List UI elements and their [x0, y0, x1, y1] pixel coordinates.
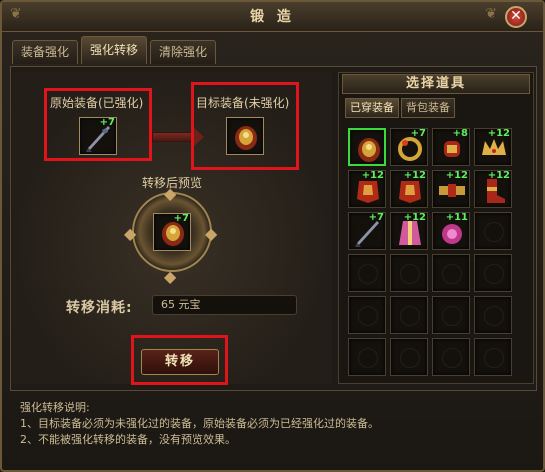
- empty-item-cell[interactable]: [390, 254, 428, 292]
- description-line: 1、目标装备必须为未强化过的装备，原始装备必须为已经强化过的装备。: [20, 417, 379, 430]
- forge-window: 锻 造 ❦ ❦ ✕ 装备强化 强化转移 清除强化 原始装备(已强化) +7 目标…: [0, 0, 545, 472]
- item-cell[interactable]: +12: [474, 128, 512, 166]
- close-button[interactable]: ✕: [505, 6, 527, 28]
- empty-item-cell[interactable]: [432, 296, 470, 334]
- preview-plus: +7: [173, 213, 189, 224]
- description: 强化转移说明: 1、目标装备必须为未强化过的装备，原始装备必须为已经强化过的装备…: [10, 394, 537, 466]
- item-grid: +7 +8 +12 +12 +12 +12 +12 +7 +12 +11: [348, 128, 512, 376]
- empty-item-cell[interactable]: [432, 338, 470, 376]
- ornament-top-icon: ◆: [164, 184, 177, 203]
- empty-item-cell[interactable]: [390, 338, 428, 376]
- item-cell[interactable]: +7: [348, 212, 386, 250]
- item-cell[interactable]: +12: [390, 170, 428, 208]
- item-panel-title: 选择道具: [342, 74, 530, 94]
- item-tab-bar: 已穿装备 背包装备: [345, 98, 455, 118]
- item-plus-level: +12: [403, 170, 426, 181]
- description-line: 2、不能被强化转移的装备，没有预览效果。: [20, 433, 236, 446]
- ornament-left-icon: ◆: [124, 224, 137, 243]
- empty-item-cell[interactable]: [348, 338, 386, 376]
- tab-transfer[interactable]: 强化转移: [81, 36, 148, 64]
- item-plus-level: +12: [487, 170, 510, 181]
- transfer-highlight: [131, 335, 228, 385]
- item-plus-level: +12: [361, 170, 384, 181]
- item-plus-level: +7: [368, 212, 384, 223]
- item-plus-level: +7: [410, 128, 426, 139]
- source-highlight: [44, 88, 152, 161]
- cost-label: 转移消耗:: [66, 300, 133, 316]
- item-cell[interactable]: [348, 128, 386, 166]
- item-plus-level: +12: [445, 170, 468, 181]
- corner-ornament-icon: ❦: [485, 6, 497, 22]
- tab-clear[interactable]: 清除强化: [150, 40, 217, 64]
- empty-item-cell[interactable]: [348, 254, 386, 292]
- item-plus-level: +12: [487, 128, 510, 139]
- description-title: 强化转移说明:: [20, 401, 90, 414]
- item-cell[interactable]: +12: [432, 170, 470, 208]
- item-plus-level: +11: [445, 212, 468, 223]
- empty-item-cell[interactable]: [432, 254, 470, 292]
- tab-equipped[interactable]: 已穿装备: [345, 98, 399, 118]
- window-title: 锻 造: [2, 2, 543, 32]
- empty-item-cell[interactable]: [474, 254, 512, 292]
- item-cell[interactable]: +12: [390, 212, 428, 250]
- empty-item-cell[interactable]: [474, 296, 512, 334]
- item-plus-level: +8: [452, 128, 468, 139]
- tab-bar: 装备强化 强化转移 清除强化: [12, 36, 217, 66]
- corner-ornament-icon: ❦: [10, 6, 22, 22]
- tab-backpack[interactable]: 背包装备: [401, 98, 455, 118]
- item-plus-level: +12: [403, 212, 426, 223]
- tab-enhance[interactable]: 装备强化: [12, 40, 79, 64]
- item-cell[interactable]: +11: [432, 212, 470, 250]
- ornament-right-icon: ◆: [205, 224, 218, 243]
- item-cell[interactable]: +12: [474, 170, 512, 208]
- empty-item-cell[interactable]: [348, 296, 386, 334]
- empty-item-cell[interactable]: [474, 212, 512, 250]
- preview-slot: +7: [153, 213, 191, 251]
- empty-item-cell[interactable]: [474, 338, 512, 376]
- dragon-armor-icon: [358, 138, 380, 162]
- ornament-bottom-icon: ◆: [164, 267, 177, 286]
- item-cell[interactable]: +8: [432, 128, 470, 166]
- item-cell[interactable]: +12: [348, 170, 386, 208]
- target-highlight: [191, 82, 299, 170]
- empty-item-cell[interactable]: [390, 296, 428, 334]
- cost-value: 65 元宝: [152, 295, 297, 315]
- item-cell[interactable]: +7: [390, 128, 428, 166]
- transfer-arrow: [152, 132, 194, 142]
